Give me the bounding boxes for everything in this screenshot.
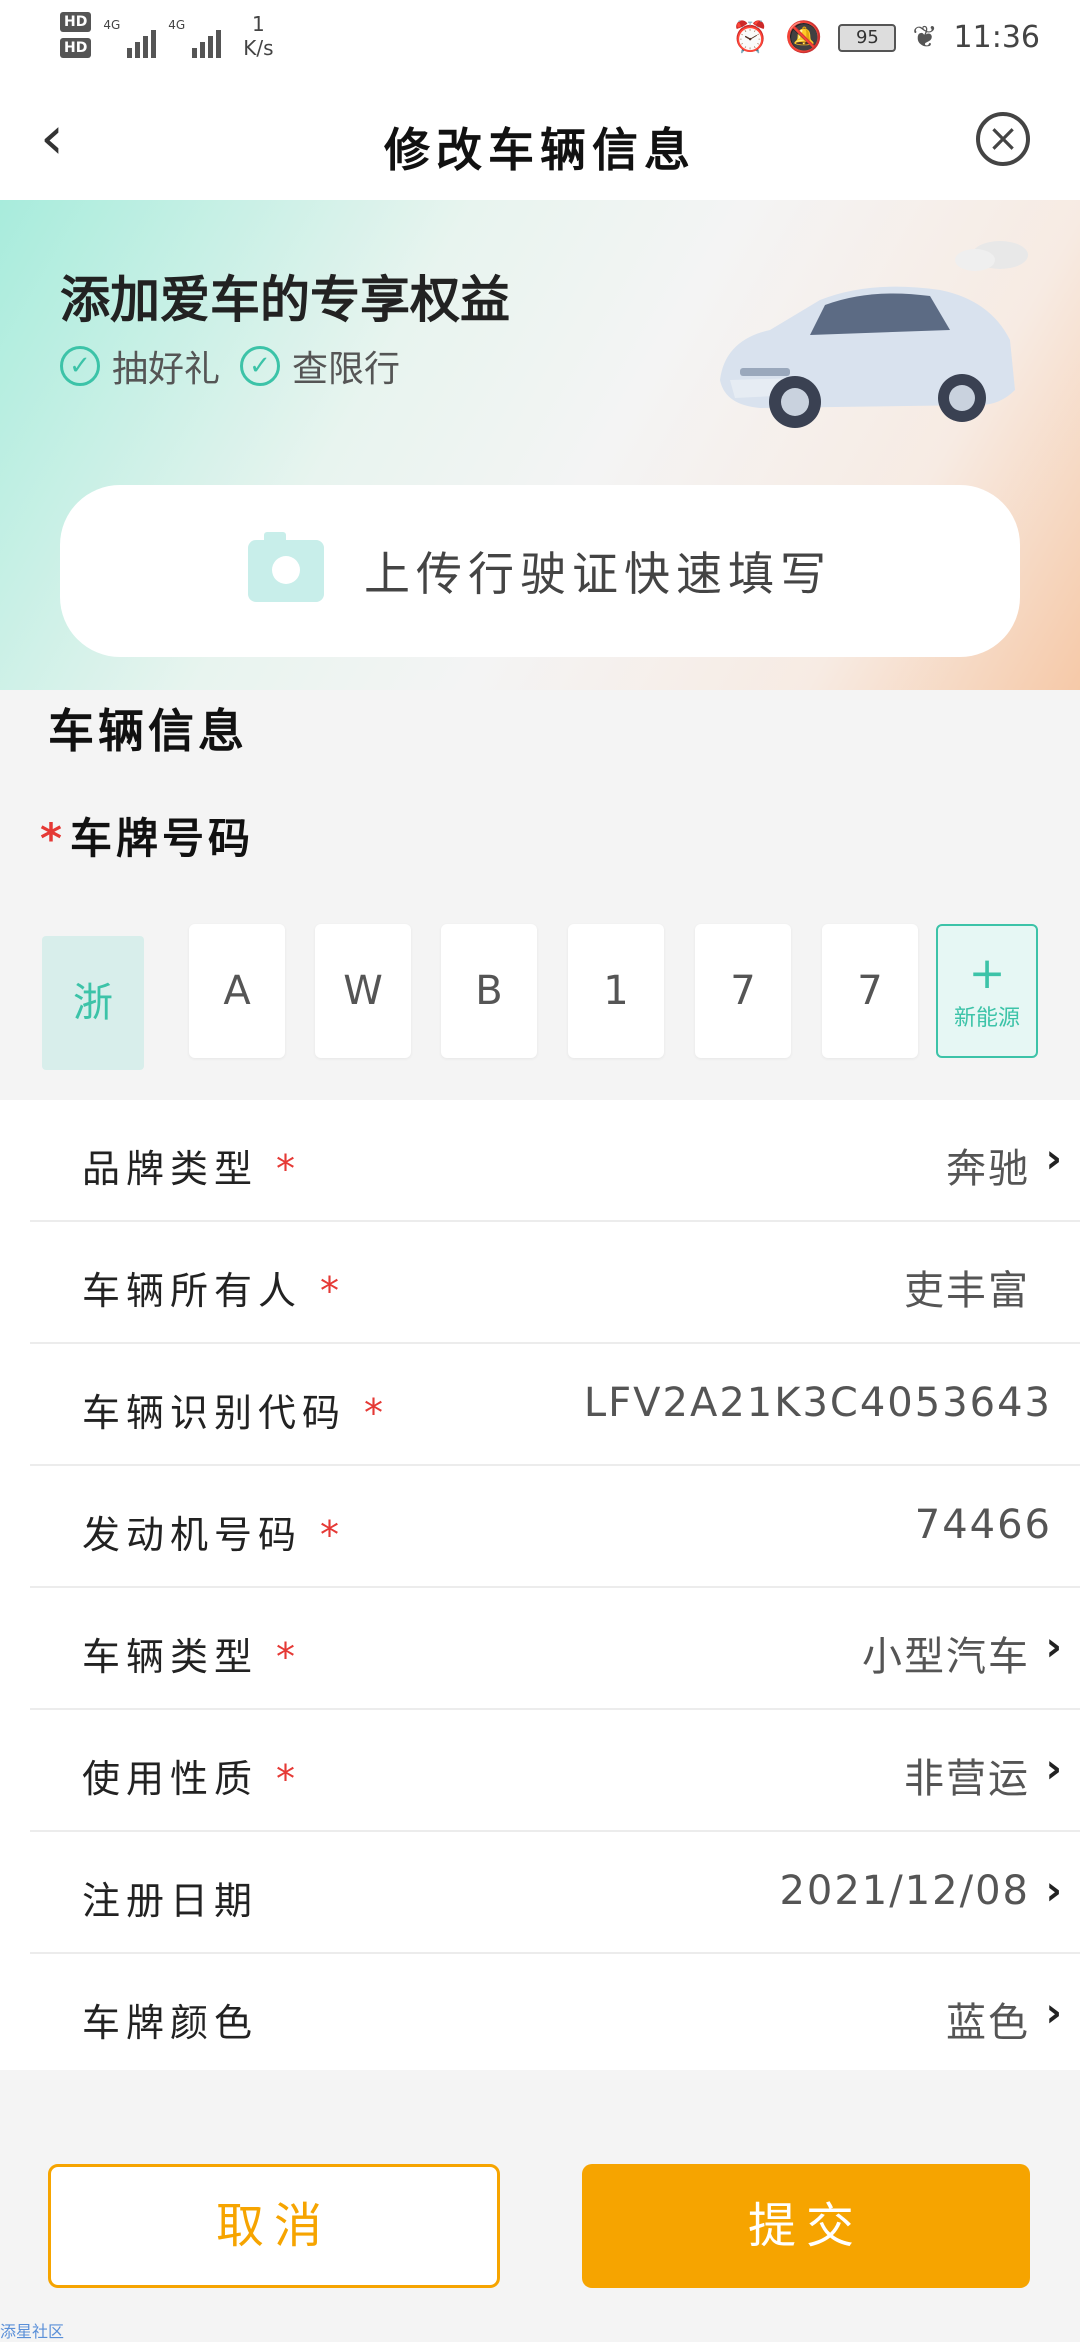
status-bar: HD HD 4G 4G 1 K/s ⏰ 🔕 95 ❦ 11:36 [0,0,1080,80]
plus-icon: + [968,948,1006,999]
row-value: 2021/12/08 [779,1868,1030,1914]
perk-list: ✓ 抽好礼 ✓ 查限行 [60,340,400,392]
watermark: 添星社区 [0,2322,65,2341]
plate-input-row: 浙 A W B 1 7 7 + 新能源 [0,900,1080,1100]
mute-icon: 🔕 [785,20,823,55]
network-speed: 1 K/s [243,12,273,60]
plate-char-2[interactable]: W [315,924,411,1058]
row-value: 蓝色 [946,2000,1030,2046]
hd1-badge: HD [60,12,92,32]
status-left: HD HD 4G 4G 1 K/s [60,12,274,60]
submit-button[interactable]: 提交 [582,2164,1030,2288]
row-value: 小型汽车 [862,1634,1030,1680]
new-energy-label: 新能源 [953,1006,1020,1031]
signal1-icon: 4G [103,18,157,58]
plate-title-label: 车牌号码 [69,814,254,863]
speed-unit: K/s [243,36,274,60]
perk-item: ✓ 查限行 [240,340,400,392]
form-row-brand[interactable]: 品牌类型 * 奔驰 › [30,1100,1080,1222]
net2-label: 4G [168,18,186,32]
check-circle-icon: ✓ [240,346,281,386]
section-title-vehicle-info: 车辆信息 [48,704,248,758]
row-label: 发动机号码 * [82,1513,346,1557]
speed-value: 1 [251,12,265,36]
form-row-vin[interactable]: 车辆识别代码 * LFV2A21K3C4053643 [30,1344,1080,1466]
chevron-right-icon: › [1045,1136,1062,1182]
alarm-icon: ⏰ [731,20,770,55]
form-row-plate-color[interactable]: 车牌颜色 蓝色 › [30,1954,1080,2076]
hd2-badge: HD [60,38,92,58]
camera-icon [248,532,324,602]
banner-title: 添加爱车的专享权益 [60,271,510,329]
upload-label: 上传行驶证快速填写 [364,547,832,601]
battery-icon: 95 [838,23,897,52]
plate-char-4[interactable]: 1 [568,924,664,1058]
plate-char-1[interactable]: A [189,924,285,1058]
row-label: 车辆识别代码 * [82,1391,390,1435]
page-title: 修改车辆信息 [384,123,696,177]
new-energy-plate-button[interactable]: + 新能源 [936,924,1038,1058]
row-value: 吏丰富 [904,1268,1030,1314]
row-value: 奔驰 [946,1146,1030,1192]
signal2-icon: 4G [168,18,222,58]
leaf-icon: ❦ [912,20,938,55]
plate-char-5[interactable]: 7 [695,924,791,1058]
row-label: 使用性质 * [82,1757,302,1801]
row-label: 车辆类型 * [82,1635,302,1679]
row-value: 非营运 [904,1756,1030,1802]
plate-char-6[interactable]: 7 [822,924,918,1058]
form-row-engine-number[interactable]: 发动机号码 * 74466 [30,1466,1080,1588]
promo-banner: 添加爱车的专享权益 ✓ 抽好礼 ✓ 查限行 上传行驶证快速填写 [0,200,1080,690]
check-circle-icon: ✓ [60,346,100,386]
status-right: ⏰ 🔕 95 ❦ 11:36 [732,20,1040,55]
row-label: 品牌类型 * [82,1147,302,1191]
form-row-owner[interactable]: 车辆所有人 * 吏丰富 [30,1222,1080,1344]
perk-item: ✓ 抽好礼 [60,340,220,392]
car-illustration [720,241,1028,428]
plate-char-3[interactable]: B [441,924,537,1058]
chevron-right-icon: › [1045,1868,1062,1914]
form-row-vehicle-type[interactable]: 车辆类型 * 小型汽车 › [30,1588,1080,1710]
vehicle-form: 品牌类型 * 奔驰 › 车辆所有人 * 吏丰富 车辆识别代码 * LFV2A21K3C… [0,1100,1080,2070]
perk-label: 抽好礼 [112,349,221,390]
required-mark: * [40,814,66,863]
close-icon[interactable]: × [976,112,1030,166]
top-navigation-bar: ‹ 修改车辆信息 × [0,80,1080,200]
form-row-register-date[interactable]: 注册日期 2021/12/08 › [30,1832,1080,1954]
net1-label: 4G [103,18,121,32]
row-value: 74466 [914,1502,1052,1548]
row-label: 车牌颜色 [82,2001,259,2045]
row-label: 车辆所有人 * [82,1269,346,1313]
row-label: 注册日期 [82,1879,259,1923]
clock-time: 11:36 [953,20,1040,55]
perk-label: 查限行 [292,349,401,390]
upload-license-button[interactable]: 上传行驶证快速填写 [60,485,1020,657]
form-row-usage[interactable]: 使用性质 * 非营运 › [30,1710,1080,1832]
chevron-right-icon: › [1045,1746,1062,1792]
plate-province-selector[interactable]: 浙 [42,936,144,1070]
chevron-right-icon: › [1045,1990,1062,2036]
plate-number-title: *车牌号码 [40,805,254,866]
cancel-button[interactable]: 取消 [48,2164,500,2288]
row-value: LFV2A21K3C4053643 [583,1380,1052,1426]
hd-indicators: HD HD [60,12,92,58]
chevron-right-icon: › [1045,1624,1062,1670]
